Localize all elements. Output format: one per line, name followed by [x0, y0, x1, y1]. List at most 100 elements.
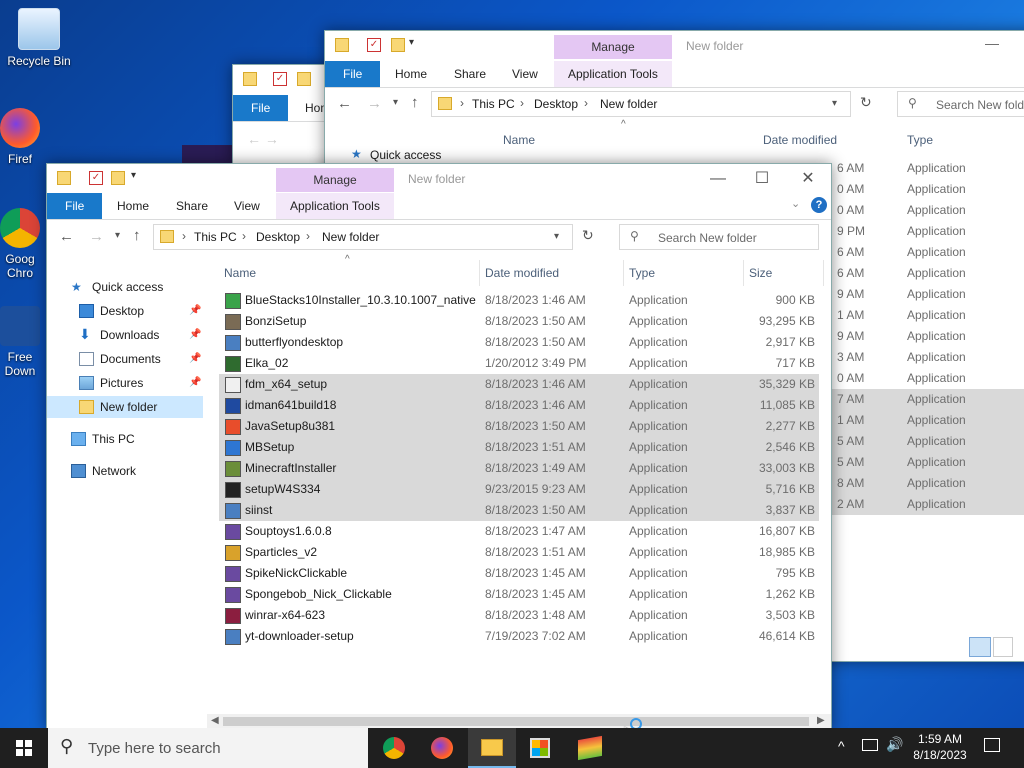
file-row[interactable]: setupW4S334 9/23/2015 9:23 AM Application 5…: [219, 479, 819, 500]
address-bar[interactable]: › This PC › Desktop › New folder ▾: [431, 91, 851, 117]
tab-home[interactable]: Home: [103, 193, 163, 219]
file-row[interactable]: BlueStacks10Installer_10.3.10.1007_nativ…: [219, 290, 819, 311]
breadcrumb-new-folder[interactable]: New folder: [322, 230, 379, 244]
up-arrow-icon[interactable]: ↑: [411, 94, 419, 111]
recent-chevron-icon[interactable]: ▾: [115, 230, 120, 241]
breadcrumb-desktop[interactable]: Desktop: [256, 230, 300, 244]
taskbar-firefox[interactable]: [418, 728, 466, 768]
recent-chevron-icon[interactable]: ▾: [393, 97, 398, 108]
tab-application-tools[interactable]: Application Tools: [554, 61, 672, 87]
refresh-icon[interactable]: ↻: [582, 227, 594, 244]
nav-documents[interactable]: Documents 📌: [47, 348, 203, 370]
refresh-icon[interactable]: ↻: [860, 94, 872, 111]
sort-indicator-icon: ^: [621, 119, 626, 130]
file-row[interactable]: JavaSetup8u381 8/18/2023 1:50 AM Applicati…: [219, 416, 819, 437]
file-row[interactable]: MinecraftInstaller 8/18/2023 1:49 AM Appli…: [219, 458, 819, 479]
scroll-left-arrow-icon[interactable]: ◀: [211, 715, 219, 726]
column-header-type[interactable]: Type: [629, 266, 655, 280]
file-row[interactable]: BonziSetup 8/18/2023 1:50 AM Application 93…: [219, 311, 819, 332]
desktop-icon-chrome[interactable]: Goog Chro: [0, 208, 40, 280]
back-arrow-icon[interactable]: ←: [59, 228, 74, 245]
back-arrow-icon[interactable]: ←: [337, 95, 352, 112]
tab-share[interactable]: Share: [162, 193, 222, 219]
column-header-date[interactable]: Date modified: [485, 266, 559, 280]
file-row[interactable]: fdm_x64_setup 8/18/2023 1:46 AM Applicatio…: [219, 374, 819, 395]
view-thumbnails-button[interactable]: [993, 637, 1013, 657]
address-bar[interactable]: › This PC › Desktop › New folder ▾: [153, 224, 573, 250]
network-tray-icon[interactable]: [862, 739, 878, 751]
file-row[interactable]: butterflyondesktop 8/18/2023 1:50 AM Appli…: [219, 332, 819, 353]
taskbar-file-explorer[interactable]: [468, 728, 516, 768]
breadcrumb-this-pc[interactable]: This PC: [472, 97, 515, 111]
search-input[interactable]: ⚲ Search New folder: [897, 91, 1024, 117]
chevron-down-icon[interactable]: ▾: [554, 231, 559, 242]
nav-network[interactable]: Network: [47, 460, 203, 482]
nav-label: Network: [92, 464, 137, 478]
back-file-type: Application: [907, 392, 966, 406]
taskbar-store[interactable]: [516, 728, 564, 768]
forward-arrow-icon[interactable]: →: [89, 228, 104, 245]
scroll-right-arrow-icon[interactable]: ▶: [817, 715, 825, 726]
file-row[interactable]: yt-downloader-setup 7/19/2023 7:02 AM Appl…: [219, 626, 819, 647]
view-details-button[interactable]: [969, 637, 991, 657]
file-row[interactable]: Souptoys1.6.0.8 8/18/2023 1:47 AM Applicat…: [219, 521, 819, 542]
show-hidden-icons-chevron-icon[interactable]: ^: [838, 738, 845, 754]
column-header-date[interactable]: Date modified: [763, 133, 837, 147]
tab-share[interactable]: Share: [440, 61, 500, 87]
file-row[interactable]: Spongebob_Nick_Clickable 8/18/2023 1:45 A…: [219, 584, 819, 605]
help-icon[interactable]: ?: [811, 197, 827, 213]
breadcrumb-desktop[interactable]: Desktop: [534, 97, 578, 111]
nav-pictures[interactable]: Pictures 📌: [47, 372, 203, 394]
nav-new-folder[interactable]: New folder: [47, 396, 203, 418]
nav-downloads[interactable]: ⬇ Downloads 📌: [47, 324, 203, 346]
breadcrumb-this-pc[interactable]: This PC: [194, 230, 237, 244]
nav-desktop[interactable]: Desktop 📌: [47, 300, 203, 322]
maximize-button[interactable]: ☐: [739, 164, 785, 194]
taskbar-chrome[interactable]: [370, 728, 418, 768]
tab-view[interactable]: View: [498, 61, 552, 87]
column-header-size[interactable]: Size: [749, 266, 772, 280]
column-header-name[interactable]: Name: [503, 133, 535, 147]
desktop-icon-firefox[interactable]: Firef: [0, 108, 40, 166]
chevron-down-icon[interactable]: ▾: [832, 98, 837, 109]
tab-view[interactable]: View: [220, 193, 274, 219]
file-row[interactable]: MBSetup 8/18/2023 1:51 AM Application 2,546…: [219, 437, 819, 458]
file-row[interactable]: idman641build18 8/18/2023 1:46 AM Applicat…: [219, 395, 819, 416]
minimize-button[interactable]: —: [695, 164, 741, 194]
tab-file[interactable]: File: [233, 95, 289, 121]
breadcrumb-new-folder[interactable]: New folder: [600, 97, 657, 111]
desktop-icon-free-download-manager[interactable]: Free Down: [0, 306, 40, 378]
minimize-button[interactable]: —: [985, 35, 999, 51]
scrollbar-thumb[interactable]: [223, 717, 809, 726]
qat-dropdown-icon[interactable]: ▾: [131, 170, 136, 181]
desktop-icon-recycle-bin[interactable]: Recycle Bin: [3, 8, 75, 68]
file-row[interactable]: Sparticles_v2 8/18/2023 1:51 AM Applicatio…: [219, 542, 819, 563]
notification-center-icon[interactable]: [984, 738, 1000, 752]
search-input[interactable]: ⚲ Search New folder: [619, 224, 819, 250]
file-row[interactable]: Elka_02 1/20/2012 3:49 PM Application 717 K…: [219, 353, 819, 374]
qat-dropdown-icon[interactable]: ▾: [409, 37, 414, 48]
clock[interactable]: 1:59 AM 8/18/2023: [910, 731, 970, 763]
column-header-type[interactable]: Type: [907, 133, 933, 147]
manage-tab-header[interactable]: Manage: [276, 168, 394, 192]
forward-arrow-icon[interactable]: →: [367, 95, 382, 112]
file-row[interactable]: SpikeNickClickable 8/18/2023 1:45 AM Appli…: [219, 563, 819, 584]
manage-tab-header[interactable]: Manage: [554, 35, 672, 59]
volume-icon[interactable]: 🔊: [886, 736, 903, 753]
file-row[interactable]: winrar-x64-623 8/18/2023 1:48 AM Applicati…: [219, 605, 819, 626]
column-header-name[interactable]: Name: [224, 266, 256, 280]
tab-application-tools[interactable]: Application Tools: [276, 193, 394, 219]
start-button[interactable]: [0, 728, 48, 768]
nav-this-pc[interactable]: This PC: [47, 428, 203, 450]
nav-quick-access[interactable]: ★ Quick access: [47, 276, 203, 298]
up-arrow-icon[interactable]: ↑: [133, 227, 141, 244]
taskbar-bluestacks[interactable]: [566, 728, 614, 768]
taskbar-search-box[interactable]: ⚲ Type here to search: [48, 728, 368, 768]
explorer-window-front[interactable]: ✓ ▾ Manage New folder — ☐ ✕ File Home Sh…: [46, 163, 832, 731]
tab-file[interactable]: File: [47, 193, 103, 219]
tab-file[interactable]: File: [325, 61, 381, 87]
file-row[interactable]: siinst 8/18/2023 1:50 AM Application 3,837 …: [219, 500, 819, 521]
tab-home[interactable]: Home: [381, 61, 441, 87]
ribbon-expand-chevron-icon[interactable]: ⌄: [791, 197, 800, 210]
close-button[interactable]: ✕: [785, 164, 831, 194]
